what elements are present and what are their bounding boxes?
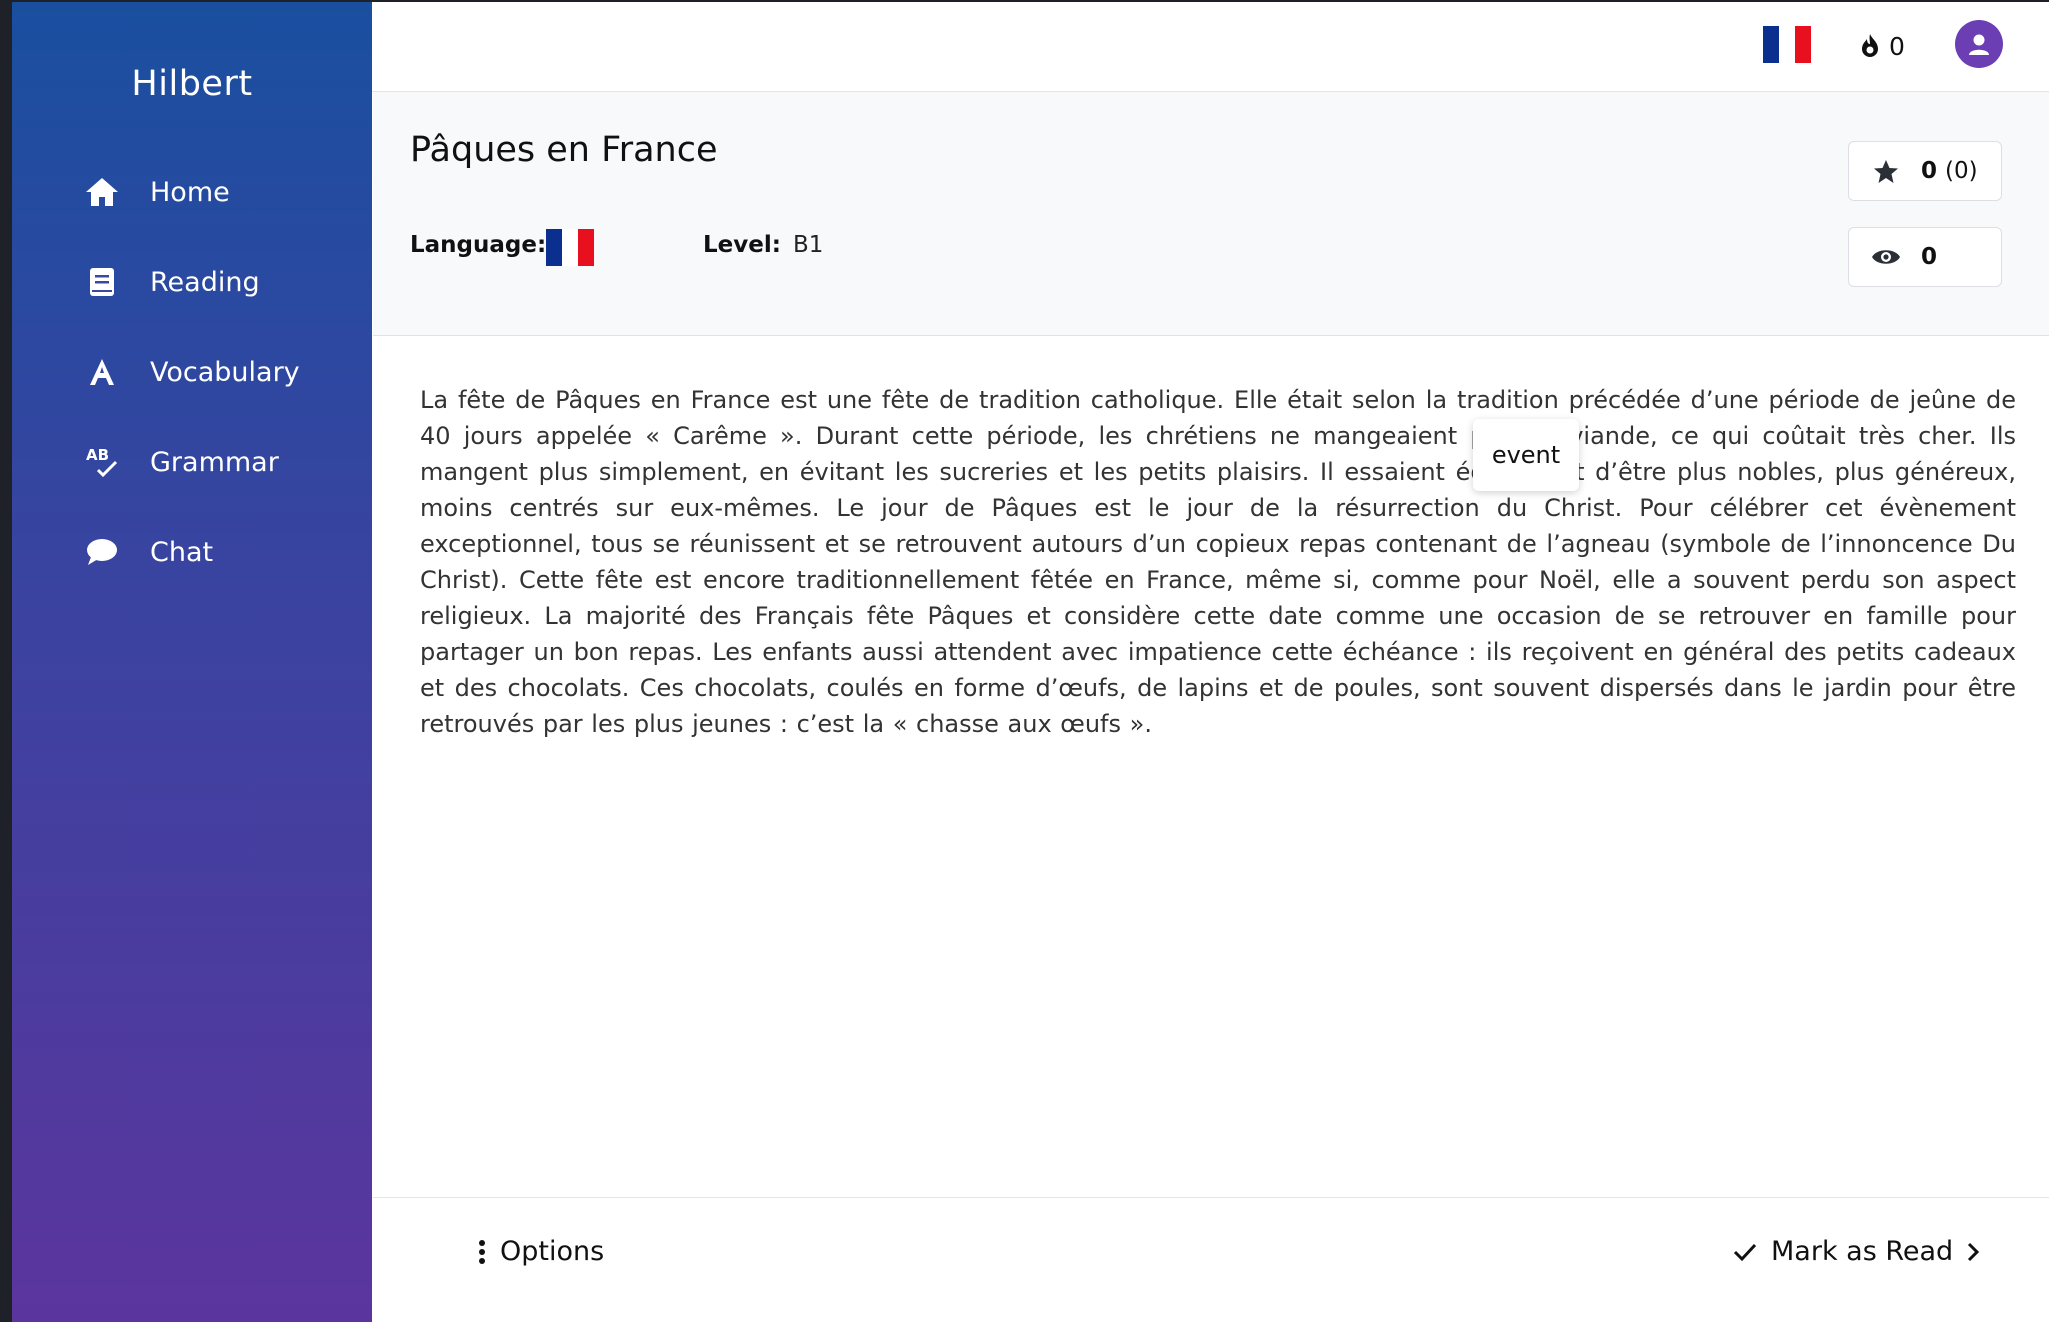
rating-value: 0 xyxy=(1921,158,1938,184)
flame-icon xyxy=(1862,34,1878,57)
user-icon xyxy=(1969,34,1989,55)
book-icon xyxy=(82,262,122,302)
chat-bubble-icon xyxy=(82,532,122,572)
brand-logo[interactable]: Hilbert xyxy=(12,64,372,104)
letter-a-icon xyxy=(82,352,122,392)
views-value: 0 xyxy=(1921,244,1938,270)
mark-as-read-label: Mark as Read xyxy=(1771,1236,1954,1267)
article-header: Pâques en France Language: Level: B1 0 (… xyxy=(373,92,2049,336)
app-window: Hilbert Home Reading Vocabulary AB Gramm… xyxy=(12,2,2049,1322)
avatar[interactable] xyxy=(1955,20,2003,68)
home-icon xyxy=(82,172,122,212)
sidebar-item-label: Home xyxy=(150,176,230,208)
rating-count: (0) xyxy=(1945,158,1978,184)
sidebar-item-vocabulary[interactable]: Vocabulary xyxy=(82,342,300,402)
svg-text:AB: AB xyxy=(86,446,109,464)
options-button[interactable]: Options xyxy=(478,1236,618,1267)
level-value: B1 xyxy=(793,232,824,258)
views-counter: 0 xyxy=(1848,227,2002,287)
french-flag-icon xyxy=(546,229,594,266)
mark-as-read-button[interactable]: Mark as Read xyxy=(1733,1236,1980,1267)
sidebar-item-label: Vocabulary xyxy=(150,356,300,388)
sidebar: Hilbert Home Reading Vocabulary AB Gramm… xyxy=(12,2,372,1322)
eye-icon xyxy=(1871,247,1901,267)
language-label: Language: xyxy=(410,232,547,258)
translation-tooltip: event xyxy=(1473,419,1579,491)
sidebar-item-reading[interactable]: Reading xyxy=(82,252,260,312)
rating-button[interactable]: 0 (0) xyxy=(1848,141,2002,201)
footer-bar: Options Mark as Read xyxy=(373,1197,2049,1322)
article-body[interactable]: La fête de Pâques en France est une fête… xyxy=(420,382,2016,742)
french-flag-icon[interactable] xyxy=(1763,26,1811,63)
level-label: Level: xyxy=(703,232,781,258)
streak-count: 0 xyxy=(1889,31,1905,61)
sidebar-item-chat[interactable]: Chat xyxy=(82,522,213,582)
spellcheck-icon: AB xyxy=(82,442,122,482)
page-title: Pâques en France xyxy=(410,130,718,170)
sidebar-item-home[interactable]: Home xyxy=(82,162,230,222)
star-icon xyxy=(1871,159,1901,184)
check-icon xyxy=(1733,1243,1757,1261)
sidebar-item-label: Grammar xyxy=(150,446,279,478)
streak-counter[interactable]: 0 xyxy=(1859,26,1905,66)
more-vertical-icon xyxy=(479,1239,485,1264)
sidebar-item-grammar[interactable]: AB Grammar xyxy=(82,432,279,492)
sidebar-item-label: Reading xyxy=(150,266,260,298)
chevron-right-icon xyxy=(1968,1242,1980,1261)
options-label: Options xyxy=(500,1236,605,1267)
sidebar-item-label: Chat xyxy=(150,536,214,568)
